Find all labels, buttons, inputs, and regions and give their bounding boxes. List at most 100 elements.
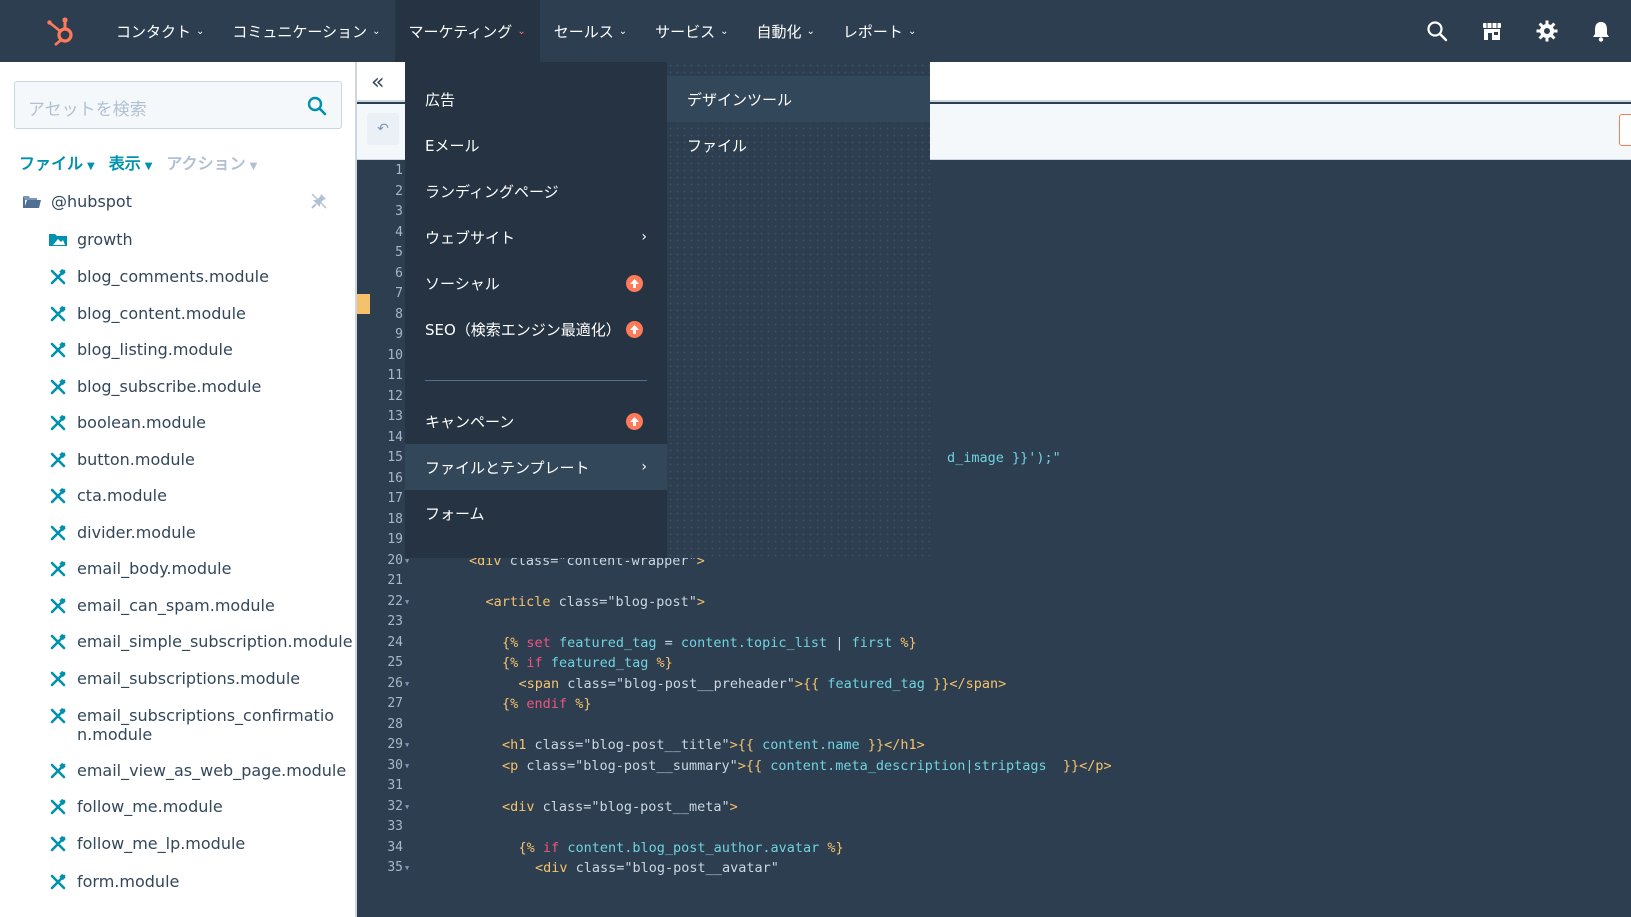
- upgrade-icon: [626, 320, 643, 338]
- nav-item-6[interactable]: レポート ⌄: [829, 0, 930, 62]
- tree-item[interactable]: cta.module: [48, 486, 355, 506]
- menu-item-label: ファイルとテンプレート: [425, 458, 590, 477]
- submenu-item[interactable]: ファイル: [667, 122, 930, 168]
- tree-item[interactable]: divider.module: [48, 523, 355, 543]
- tree-item[interactable]: email_subscriptions.module: [48, 669, 355, 689]
- unpin-icon[interactable]: [310, 192, 328, 214]
- search-icon[interactable]: [1426, 20, 1448, 42]
- file-menu[interactable]: ファイル ▼: [19, 150, 95, 174]
- fold-arrow-icon[interactable]: ▼: [405, 762, 409, 770]
- code-line: {% if featured_tag %}: [502, 655, 673, 671]
- tree-item[interactable]: blog_listing.module: [48, 340, 355, 360]
- collapse-sidebar-icon[interactable]: «: [371, 70, 384, 95]
- asset-search-input[interactable]: アセットを検索: [14, 81, 342, 129]
- action-menu[interactable]: アクション ▼: [166, 150, 257, 174]
- line-number: 35 ▼: [387, 860, 410, 875]
- line-number: 10: [387, 347, 403, 363]
- code-line: <div class="blog-post__meta">: [502, 798, 738, 815]
- chevron-down-icon: ⌄: [720, 25, 729, 37]
- chevron-down-icon: ⌄: [907, 25, 917, 37]
- tree-item-label: button.module: [77, 450, 195, 469]
- nav-item-3[interactable]: セールス ⌄: [540, 0, 641, 62]
- folder-icon: [48, 230, 68, 250]
- module-icon: [48, 706, 68, 726]
- sidebar-menus: ファイル ▼ 表示 ▼ アクション ▼: [19, 150, 257, 174]
- tree-item-label: follow_me.module: [77, 797, 223, 816]
- marketing-menu-item[interactable]: ウェブサイト ›: [405, 214, 667, 260]
- tree-item[interactable]: button.module: [48, 450, 355, 470]
- code-line: <h1 class="blog-post__title">{{ content.…: [502, 737, 925, 753]
- marketing-menu-item[interactable]: ファイルとテンプレート ›: [405, 444, 667, 490]
- nav-item-1[interactable]: コミュニケーション ⌄: [218, 0, 394, 62]
- file-menu-label: ファイル: [19, 154, 84, 173]
- nav-item-2[interactable]: マーケティング ⌄: [394, 0, 540, 62]
- line-number: 23: [387, 614, 403, 629]
- marketing-menu-item[interactable]: Eメール: [405, 122, 667, 168]
- hubspot-logo-icon[interactable]: [30, 0, 92, 62]
- tree-item[interactable]: email_body.module: [48, 559, 355, 579]
- fold-arrow-icon[interactable]: ▼: [405, 598, 409, 606]
- search-icon[interactable]: [307, 96, 327, 120]
- tree-item[interactable]: growth: [48, 230, 355, 250]
- fold-arrow-icon[interactable]: ▼: [405, 741, 409, 749]
- menu-item-label: キャンペーン: [425, 412, 515, 431]
- line-number: 24: [387, 634, 403, 650]
- publish-button-edge[interactable]: [1619, 114, 1631, 146]
- tree-item[interactable]: follow_me.module: [48, 797, 355, 817]
- line-number: 29 ▼: [387, 737, 410, 752]
- fold-arrow-icon[interactable]: ▼: [405, 803, 409, 811]
- nav-item-label: レポート: [842, 22, 903, 41]
- marketing-dropdown: 広告 Eメール ランディングページ ウェブサイト › ソーシャル SEO（検索エンジン最適化…: [405, 62, 667, 558]
- submenu-item-label: デザインツール: [687, 90, 793, 109]
- code-line: {% set featured_tag = content.topic_list…: [502, 634, 917, 651]
- tree-item-label: blog_listing.module: [77, 340, 233, 359]
- view-menu[interactable]: 表示 ▼: [109, 150, 153, 174]
- module-icon: [48, 797, 68, 817]
- tree-item[interactable]: boolean.module: [48, 413, 355, 433]
- nav-item-label: コンタクト: [116, 22, 192, 41]
- action-menu-label: アクション: [166, 154, 246, 173]
- module-icon: [48, 834, 68, 854]
- tree-item[interactable]: form.module: [48, 872, 355, 892]
- nav-item-4[interactable]: サービス ⌄: [641, 0, 742, 62]
- marketing-menu-item[interactable]: SEO（検索エンジン最適化）: [405, 306, 667, 352]
- marketplace-icon[interactable]: [1481, 20, 1503, 42]
- submenu-item[interactable]: デザインツール: [667, 76, 930, 122]
- tree-item[interactable]: blog_content.module: [48, 304, 355, 324]
- marketing-menu-item[interactable]: ソーシャル: [405, 260, 667, 306]
- undo-icon[interactable]: ↶: [367, 113, 399, 145]
- tree-item[interactable]: email_can_spam.module: [48, 596, 355, 616]
- tree-item-label: cta.module: [77, 486, 167, 505]
- tree-item[interactable]: email_simple_subscription.module: [48, 632, 355, 652]
- tree-item-label: @hubspot: [51, 192, 132, 211]
- tree-item-label: email_can_spam.module: [77, 596, 275, 615]
- nav-item-5[interactable]: 自動化 ⌄: [743, 0, 829, 62]
- nav-item-label: サービス: [655, 22, 716, 41]
- tree-item[interactable]: @hubspot: [22, 192, 355, 214]
- tree-item[interactable]: email_view_as_web_page.module: [48, 761, 355, 781]
- tree-item-label: blog_content.module: [77, 304, 246, 323]
- marketing-menu-item[interactable]: 広告: [405, 76, 667, 122]
- tree-item-label: email_simple_subscription.module: [77, 632, 353, 651]
- caret-down-icon: ▼: [249, 161, 258, 172]
- change-marker: [357, 294, 370, 314]
- tree-item[interactable]: follow_me_lp.module: [48, 834, 355, 854]
- marketing-menu-item[interactable]: ランディングページ: [405, 168, 667, 214]
- marketing-menu-item[interactable]: キャンペーン: [405, 398, 667, 444]
- tree-item-label: form.module: [77, 872, 180, 891]
- fold-arrow-icon[interactable]: ▼: [405, 680, 409, 688]
- gear-icon[interactable]: [1536, 20, 1558, 42]
- nav-item-0[interactable]: コンタクト ⌄: [102, 0, 218, 62]
- module-icon: [48, 486, 68, 506]
- tree-item[interactable]: blog_subscribe.module: [48, 377, 355, 397]
- line-number: 30 ▼: [387, 757, 410, 773]
- chevron-down-icon: ⌄: [517, 25, 526, 37]
- marketing-menu-item[interactable]: フォーム: [405, 490, 667, 536]
- fold-arrow-icon[interactable]: ▼: [405, 864, 409, 872]
- tree-item[interactable]: blog_comments.module: [48, 267, 355, 287]
- bell-icon[interactable]: [1591, 20, 1611, 42]
- tree-item[interactable]: email_subscriptions_confirmation.module: [48, 706, 355, 744]
- line-number: 6: [395, 265, 403, 281]
- line-number: 5: [395, 245, 403, 260]
- tree-item-label: growth: [77, 230, 133, 249]
